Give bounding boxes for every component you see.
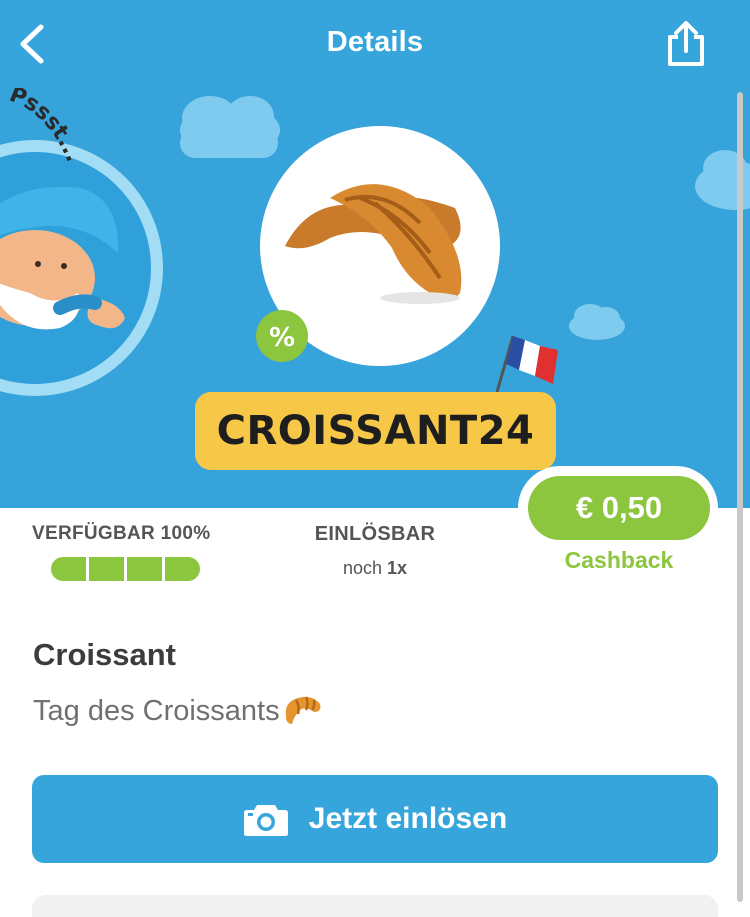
redeemable-count: noch 1x (290, 558, 460, 579)
availability-value: 100% (160, 523, 211, 544)
availability-label: VERFÜGBAR 100% (32, 523, 210, 545)
redeemable-value: 1x (387, 558, 408, 578)
share-icon[interactable] (664, 20, 708, 68)
promo-code: CROISSANT24 (216, 408, 535, 454)
cloud-icon (569, 304, 625, 340)
cloud-icon (180, 96, 280, 158)
top-bar: Details (0, 0, 750, 88)
redeemable-label: EINLÖSBAR (314, 523, 436, 545)
cashback-amount: € 0,50 (528, 476, 710, 540)
croissant-emoji-icon (285, 696, 321, 724)
pssst-label: Pssst... (6, 88, 86, 166)
redeem-now-label: Jetzt einlösen (308, 802, 508, 835)
page-title: Details (326, 26, 424, 58)
discount-badge: % (256, 310, 308, 362)
redeem-now-button[interactable]: Jetzt einlösen (32, 775, 718, 863)
camera-icon (243, 805, 288, 836)
svg-text:Pssst...: Pssst... (6, 88, 86, 166)
redeemable-prefix: noch (342, 558, 382, 578)
cashback-label: Cashback (564, 547, 674, 573)
french-flag-icon (495, 335, 558, 393)
availability-segment (89, 557, 124, 581)
promo-code-badge: CROISSANT24 (195, 392, 556, 470)
availability-prefix: VERFÜGBAR (32, 523, 156, 544)
next-section-card (32, 895, 718, 917)
availability-bar (51, 557, 200, 581)
product-subtitle: Tag des Croissants (33, 692, 324, 730)
percent-badge-text: % (269, 323, 295, 353)
availability-segment (165, 557, 200, 581)
scrollbar[interactable] (737, 92, 743, 902)
product-subtitle-text: Tag des Croissants (33, 694, 280, 727)
availability-segment (51, 557, 86, 581)
pssst-text: Pssst... (6, 88, 86, 166)
offer-banner: % Pssst... CROISSANT24 (0, 88, 750, 508)
product-title: Croissant (33, 637, 176, 672)
availability-segment (127, 557, 162, 581)
